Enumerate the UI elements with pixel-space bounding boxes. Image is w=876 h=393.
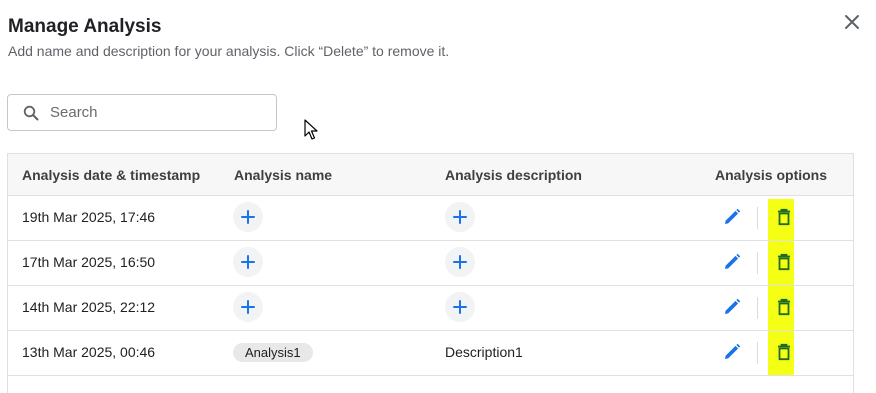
timestamp-cell: 19th Mar 2025, 17:46 (22, 209, 156, 225)
timestamp-cell: 14th Mar 2025, 22:12 (22, 299, 156, 315)
description-cell[interactable]: Description1 (445, 344, 523, 360)
table-row: 14th Mar 2025, 22:12 (8, 285, 853, 331)
add-description-button[interactable] (445, 202, 475, 232)
analysis-name-chip[interactable]: Analysis1 (233, 343, 313, 362)
plus-icon (241, 300, 255, 314)
timestamp-cell: 13th Mar 2025, 00:46 (22, 344, 156, 360)
page-title: Manage Analysis (8, 16, 162, 37)
table-row: 19th Mar 2025, 17:46 (8, 195, 853, 241)
edit-button[interactable] (722, 297, 742, 317)
search-input[interactable] (50, 95, 270, 130)
analysis-table: Analysis date & timestamp Analysis name … (7, 153, 854, 393)
page-subtitle: Add name and description for your analys… (8, 43, 450, 59)
options-divider (757, 207, 758, 229)
trash-icon (778, 208, 790, 226)
table-header: Analysis date & timestamp Analysis name … (8, 154, 853, 196)
options-divider (757, 297, 758, 319)
add-description-button[interactable] (445, 247, 475, 277)
add-name-button[interactable] (233, 292, 263, 322)
close-button[interactable] (840, 10, 864, 34)
pencil-icon (725, 208, 741, 224)
plus-icon (241, 255, 255, 269)
add-name-button[interactable] (233, 202, 263, 232)
header-name[interactable]: Analysis name (234, 167, 332, 183)
plus-icon (241, 210, 255, 224)
plus-icon (453, 300, 467, 314)
edit-button[interactable] (722, 342, 742, 362)
plus-icon (453, 210, 467, 224)
header-description[interactable]: Analysis description (445, 167, 582, 183)
mouse-pointer-icon (304, 119, 318, 140)
edit-button[interactable] (722, 207, 742, 227)
edit-button[interactable] (722, 252, 742, 272)
plus-icon (453, 255, 467, 269)
header-options: Analysis options (715, 167, 828, 183)
options-divider (757, 342, 758, 364)
add-name-button[interactable] (233, 247, 263, 277)
options-divider (757, 252, 758, 274)
trash-icon (778, 298, 790, 316)
pencil-icon (725, 253, 741, 269)
delete-button[interactable] (774, 342, 794, 362)
search-box[interactable] (7, 94, 277, 131)
add-description-button[interactable] (445, 292, 475, 322)
header-timestamp[interactable]: Analysis date & timestamp (22, 167, 200, 183)
timestamp-cell: 17th Mar 2025, 16:50 (22, 254, 156, 270)
trash-icon (778, 343, 790, 361)
pencil-icon (725, 343, 741, 359)
delete-button[interactable] (774, 252, 794, 272)
table-row: 17th Mar 2025, 16:50 (8, 240, 853, 286)
pencil-icon (725, 298, 741, 314)
search-icon (23, 105, 39, 121)
delete-button[interactable] (774, 297, 794, 317)
close-icon (845, 15, 859, 29)
table-row: 13th Mar 2025, 00:46 Analysis1 Descripti… (8, 330, 853, 376)
delete-button[interactable] (774, 207, 794, 227)
trash-icon (778, 253, 790, 271)
